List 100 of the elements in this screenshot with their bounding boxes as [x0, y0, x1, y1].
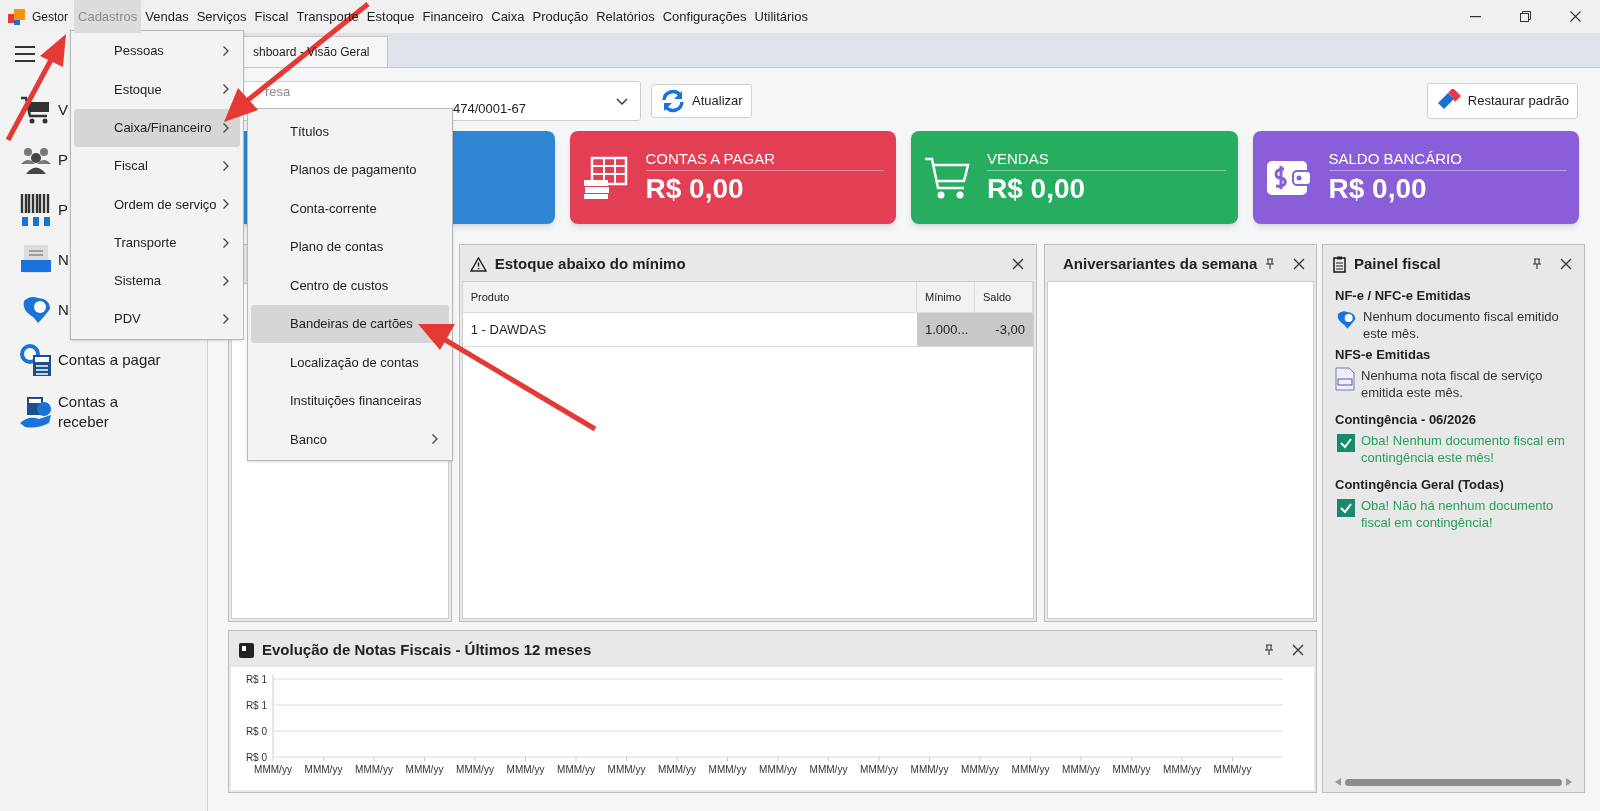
menu-item[interactable]: Vendas: [141, 0, 193, 33]
x-axis-label: MMM/yy: [759, 764, 797, 775]
x-axis-label: MMM/yy: [1213, 764, 1252, 775]
x-axis-label: MMM/yy: [809, 764, 848, 775]
menu-item[interactable]: Bandeiras de cartões: [251, 304, 449, 343]
card-value: R$ 0,00: [645, 171, 745, 206]
card-title: SALDO BANCÁRIO: [1328, 148, 1567, 171]
menu-item[interactable]: Caixa: [487, 0, 529, 33]
column-header[interactable]: Saldo: [975, 282, 1033, 312]
panel-title: Evolução de Notas Fiscais - Últimos 12 meses: [262, 639, 592, 660]
menu-item[interactable]: Financeiro: [418, 0, 488, 33]
menu-item[interactable]: Estoque: [362, 0, 419, 33]
pin-icon[interactable]: [1265, 258, 1276, 270]
x-axis-label: MMM/yy: [405, 764, 444, 775]
checkbox-icon: [1337, 434, 1355, 452]
clipboard-icon: [1333, 255, 1346, 273]
close-icon[interactable]: [1012, 258, 1024, 270]
sidebar-item[interactable]: Contas a pagar: [58, 350, 161, 370]
card-value: R$ 0,00: [1328, 171, 1428, 206]
column-header[interactable]: Produto: [462, 282, 917, 312]
menu-item[interactable]: PDV: [74, 300, 240, 339]
x-axis-label: MMM/yy: [1112, 764, 1151, 775]
sidebar-item[interactable]: Contas a receber: [58, 392, 164, 432]
panel-title: Estoque abaixo do mínimo: [494, 253, 686, 274]
menu-item[interactable]: Relatórios: [592, 0, 659, 33]
menu-item[interactable]: Configurações: [658, 0, 751, 33]
sidebar-item[interactable]: V: [58, 100, 68, 120]
close-icon[interactable]: [1560, 258, 1572, 270]
y-axis-label: R$ 0: [245, 726, 267, 737]
scrollbar-thumb[interactable]: [1345, 778, 1562, 786]
menu-item[interactable]: Utilitários: [750, 0, 812, 33]
card-value: R$ 0,00: [987, 171, 1087, 206]
minimize-icon: [1469, 15, 1481, 18]
menu-icon[interactable]: [15, 46, 35, 62]
x-axis-label: MMM/yy: [506, 764, 545, 775]
sidebar-item[interactable]: N: [58, 300, 69, 320]
panel-title: Aniversariantes da semana: [1063, 253, 1258, 274]
calculator-coin-icon: [19, 343, 53, 377]
x-axis-label: MMM/yy: [254, 764, 292, 775]
menu-item[interactable]: Localização de contas: [251, 343, 449, 382]
menu-item[interactable]: Sistema: [74, 261, 240, 301]
card-title: VENDAS: [987, 148, 1226, 171]
pin-icon[interactable]: [1264, 644, 1274, 656]
sidebar-item[interactable]: N: [58, 250, 69, 270]
x-axis-label: MMM/yy: [607, 764, 646, 775]
pin-icon[interactable]: [1532, 258, 1542, 270]
x-axis-label: MMM/yy: [355, 764, 393, 775]
menu-item[interactable]: Banco: [251, 420, 449, 459]
restore-defaults-button[interactable]: Restaurar padrão: [1426, 83, 1578, 119]
app-logo-icon: [8, 7, 26, 26]
close-icon: [1569, 11, 1581, 22]
table-cell: 1.000...: [917, 313, 975, 346]
refresh-icon: [660, 89, 686, 113]
people-icon: [20, 145, 52, 175]
table-cell: -3,00: [975, 313, 1033, 346]
card-title: CONTAS A PAGAR: [645, 148, 884, 171]
cart-icon: [924, 155, 970, 200]
panel-title: Painel fiscal: [1354, 253, 1441, 274]
menu-item[interactable]: Transporte: [74, 223, 240, 262]
menu-item[interactable]: Ordem de serviço: [74, 185, 240, 224]
menu-item[interactable]: Serviços: [192, 0, 251, 33]
document-icon: [1335, 367, 1355, 391]
x-axis-label: MMM/yy: [961, 764, 999, 775]
chevron-down-icon: [616, 98, 628, 106]
section-heading: NFS-e Emitidas: [1335, 346, 1432, 364]
cart-icon: [20, 94, 52, 126]
x-axis-label: MMM/yy: [910, 764, 949, 775]
x-axis-label: MMM/yy: [860, 764, 898, 775]
chart-icon: [239, 642, 254, 658]
menu-item[interactable]: Centro de custos: [251, 266, 449, 305]
menu-item[interactable]: Produção: [528, 0, 593, 33]
checkbox-icon: [1337, 499, 1355, 517]
warning-icon: [469, 256, 487, 272]
menu-item[interactable]: Caixa/Financeiro: [74, 108, 240, 147]
y-axis-label: R$ 1: [245, 700, 267, 711]
menu-item[interactable]: Plano de contas: [251, 227, 449, 266]
y-axis-label: R$ 0: [245, 752, 267, 763]
menu-item[interactable]: Planos de pagamento: [251, 150, 449, 189]
menu-item[interactable]: Fiscal: [250, 0, 293, 33]
table-money-icon: [581, 155, 630, 200]
column-header[interactable]: Mínimo: [917, 282, 975, 312]
sidebar-item[interactable]: P: [58, 200, 68, 220]
menu-item[interactable]: Conta-corrente: [251, 189, 449, 228]
status-text: Oba! Nenhum documento fiscal em contingência este mês!: [1361, 432, 1566, 466]
x-axis-label: MMM/yy: [304, 764, 343, 775]
sidebar-item[interactable]: P: [58, 150, 68, 170]
x-axis-label: MMM/yy: [557, 764, 595, 775]
barcode-icon: [20, 193, 52, 227]
app-name: Gestor: [32, 8, 68, 26]
status-text: Nenhuma nota fiscal de serviço emitida este mês.: [1361, 367, 1544, 401]
close-icon[interactable]: [1293, 258, 1306, 270]
x-axis-label: MMM/yy: [708, 764, 747, 775]
close-icon[interactable]: [1292, 644, 1304, 656]
y-axis-label: R$ 1: [245, 674, 267, 685]
hand-calculator-icon: [19, 395, 53, 429]
refresh-button[interactable]: Atualizar: [651, 84, 752, 118]
x-axis-label: MMM/yy: [1163, 764, 1201, 775]
menu-item[interactable]: Instituições financeiras: [251, 381, 449, 420]
menu-item[interactable]: Fiscal: [74, 146, 240, 186]
x-axis-label: MMM/yy: [1011, 764, 1050, 775]
